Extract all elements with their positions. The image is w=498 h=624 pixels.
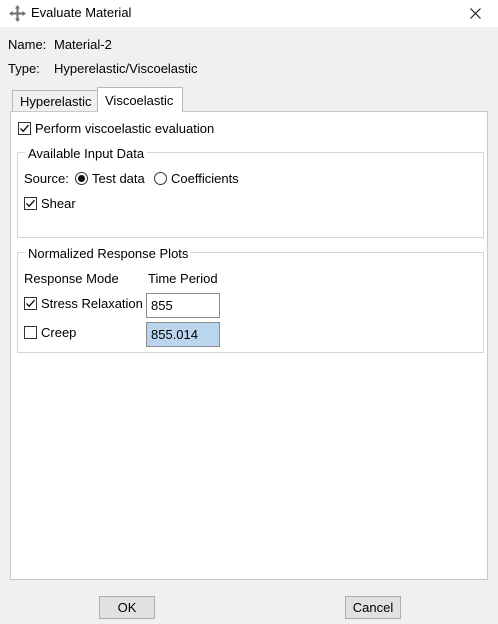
checkmark-icon: [26, 199, 36, 208]
response-mode-header: Response Mode: [24, 271, 119, 286]
perform-evaluation-checkbox[interactable]: [18, 122, 31, 135]
tab-viscoelastic[interactable]: Viscoelastic: [97, 87, 183, 112]
stress-relaxation-time-input[interactable]: 855: [146, 293, 220, 318]
abaqus-cross-arrows-icon: [9, 5, 26, 22]
creep-label: Creep: [41, 325, 77, 340]
stress-relaxation-label: Stress Relaxation: [41, 296, 143, 311]
shear-label: Shear: [41, 196, 76, 211]
input-data-group: [17, 152, 484, 238]
shear-checkbox[interactable]: [24, 197, 37, 210]
input-data-group-title: Available Input Data: [25, 146, 148, 161]
cancel-button[interactable]: Cancel: [345, 596, 401, 619]
source-test-data-radio[interactable]: [75, 172, 88, 185]
response-plots-group-title: Normalized Response Plots: [25, 246, 192, 261]
radio-selected-dot: [78, 175, 85, 182]
time-period-header: Time Period: [148, 271, 218, 286]
window-title: Evaluate Material: [31, 5, 132, 20]
ok-button[interactable]: OK: [99, 596, 155, 619]
close-button[interactable]: [452, 0, 498, 27]
tab-label: Hyperelastic: [20, 93, 92, 109]
name-value: Material-2: [54, 37, 112, 52]
close-icon: [469, 8, 481, 19]
title-bar: Evaluate Material: [0, 0, 498, 27]
creep-time-input[interactable]: 855.014: [146, 322, 220, 347]
checkmark-icon: [20, 124, 30, 133]
tab-label: Viscoelastic: [105, 92, 174, 108]
source-coefficients-label: Coefficients: [171, 171, 239, 186]
creep-checkbox[interactable]: [24, 326, 37, 339]
checkmark-icon: [26, 299, 36, 308]
source-test-data-label: Test data: [92, 171, 145, 186]
name-label: Name:: [8, 37, 47, 52]
source-coefficients-radio[interactable]: [154, 172, 167, 185]
stress-relaxation-checkbox[interactable]: [24, 297, 37, 310]
tab-hyperelastic[interactable]: Hyperelastic: [12, 90, 98, 111]
perform-evaluation-label: Perform viscoelastic evaluation: [35, 121, 215, 136]
type-label: Type:: [8, 61, 40, 76]
viscoelastic-panel: Perform viscoelastic evaluation Availabl…: [10, 111, 488, 580]
type-value: Hyperelastic/Viscoelastic: [54, 61, 198, 76]
source-label: Source:: [24, 171, 69, 186]
